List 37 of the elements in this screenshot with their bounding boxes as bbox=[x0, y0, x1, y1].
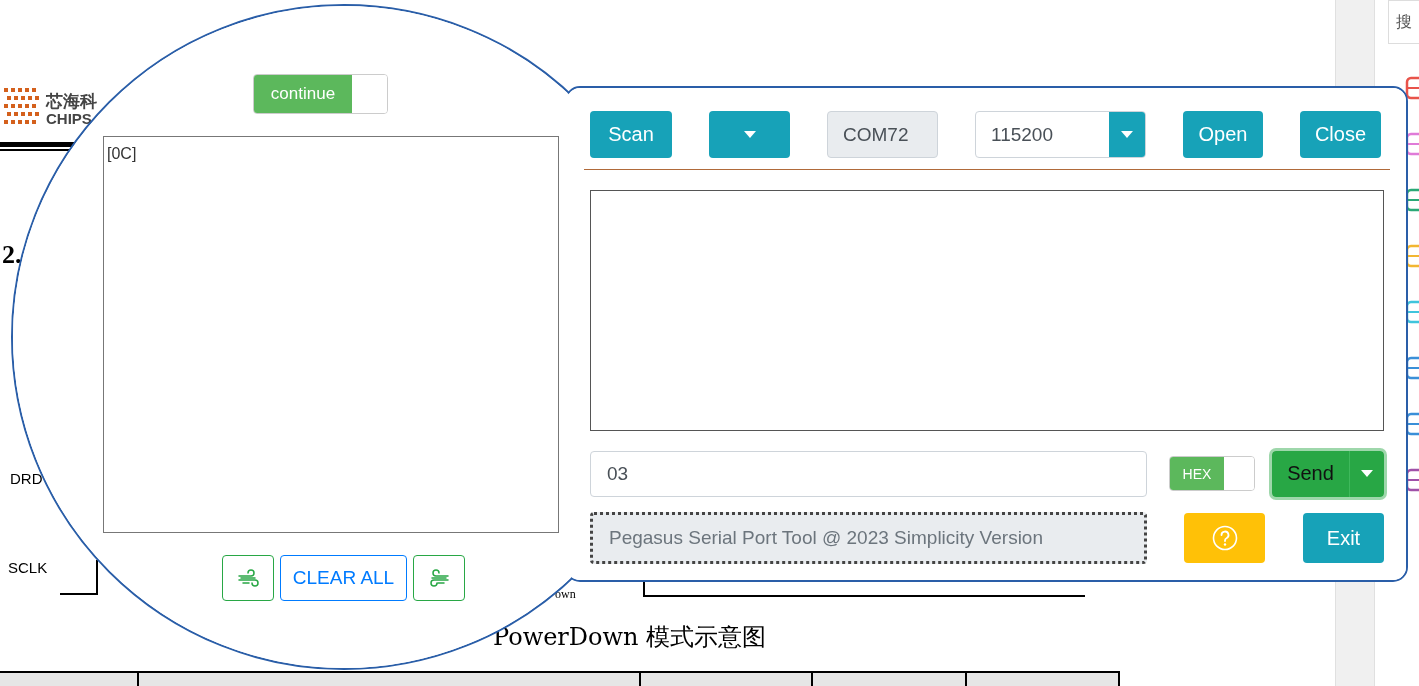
status-field: Pegasus Serial Port Tool @ 2023 Simplicity Version bbox=[590, 512, 1147, 564]
close-button[interactable]: Close bbox=[1300, 111, 1381, 158]
section-heading: 2. bbox=[2, 240, 22, 270]
output-area[interactable]: [0C] bbox=[103, 136, 559, 533]
figure-caption: PowerDown 模式示意图 bbox=[493, 622, 767, 653]
signal-label: SCLK bbox=[8, 559, 48, 576]
hex-toggle[interactable]: HEX bbox=[1169, 456, 1255, 491]
scroll-button[interactable] bbox=[222, 555, 274, 601]
logo-text: 芯海科 bbox=[46, 90, 97, 113]
logo-text: CHIPS bbox=[46, 110, 92, 127]
baud-select[interactable]: 115200 bbox=[975, 111, 1146, 158]
search-field[interactable]: 搜 bbox=[1388, 0, 1419, 44]
clear-all-button[interactable]: CLEAR ALL bbox=[280, 555, 407, 601]
app-icon[interactable] bbox=[1405, 74, 1419, 102]
help-icon bbox=[1211, 525, 1238, 551]
continue-toggle[interactable]: continue bbox=[253, 74, 388, 114]
app-icon[interactable] bbox=[1405, 354, 1419, 382]
exit-button[interactable]: Exit bbox=[1303, 513, 1384, 563]
caret-icon bbox=[1361, 470, 1373, 477]
diagram-label: own bbox=[555, 587, 576, 602]
wind-icon bbox=[237, 568, 259, 588]
scan-button[interactable]: Scan bbox=[590, 111, 672, 158]
signal-label: DRD bbox=[10, 470, 43, 487]
wind-icon bbox=[428, 568, 450, 588]
open-button[interactable]: Open bbox=[1183, 111, 1263, 158]
app-icon[interactable] bbox=[1405, 410, 1419, 438]
caret-icon bbox=[1121, 131, 1133, 138]
app-icon[interactable] bbox=[1405, 242, 1419, 270]
app-icon[interactable] bbox=[1405, 186, 1419, 214]
send-options-button[interactable] bbox=[1350, 450, 1384, 497]
app-icon[interactable] bbox=[1405, 130, 1419, 158]
scroll-button[interactable] bbox=[413, 555, 465, 601]
send-button[interactable]: Send bbox=[1272, 450, 1350, 497]
app-icon[interactable] bbox=[1405, 298, 1419, 326]
send-input[interactable]: 03 bbox=[590, 450, 1147, 497]
app-icon[interactable] bbox=[1405, 466, 1419, 494]
caret-icon bbox=[743, 131, 756, 138]
